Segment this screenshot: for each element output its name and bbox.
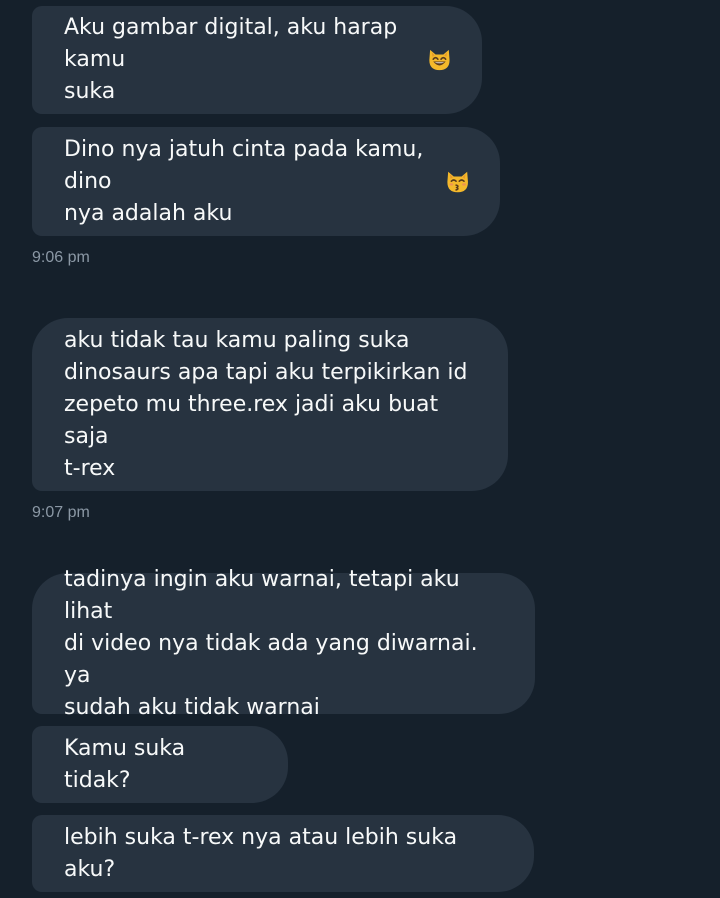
grinning-cat-icon (429, 49, 450, 71)
message-text-6: lebih suka t-rex nya atau lebih suka aku… (64, 824, 465, 882)
timestamp-1: 9:06 pm (32, 249, 90, 266)
message-bubble-5[interactable]: Kamu suka tidak? (32, 726, 288, 803)
message-text-4: tadinya ingin aku warnai, tetapi aku lih… (64, 566, 478, 720)
message-bubble-1[interactable]: Aku gambar digital, aku harap kamu suka (32, 6, 482, 114)
message-bubble-2[interactable]: Dino nya jatuh cinta pada kamu, dino nya… (32, 127, 500, 236)
message-text-2: Dino nya jatuh cinta pada kamu, dino nya… (64, 136, 424, 226)
message-text-5: Kamu suka tidak? (64, 735, 193, 793)
kissing-cat-icon (447, 171, 468, 192)
message-bubble-3[interactable]: aku tidak tau kamu paling suka dinosaurs… (32, 318, 508, 491)
message-text-1: Aku gambar digital, aku harap kamu suka (64, 15, 398, 104)
timestamp-2: 9:07 pm (32, 504, 90, 521)
message-bubble-6[interactable]: lebih suka t-rex nya atau lebih suka aku… (32, 815, 534, 892)
message-bubble-4[interactable]: tadinya ingin aku warnai, tetapi aku lih… (32, 567, 535, 720)
message-text-3: aku tidak tau kamu paling suka dinosaurs… (64, 327, 468, 481)
